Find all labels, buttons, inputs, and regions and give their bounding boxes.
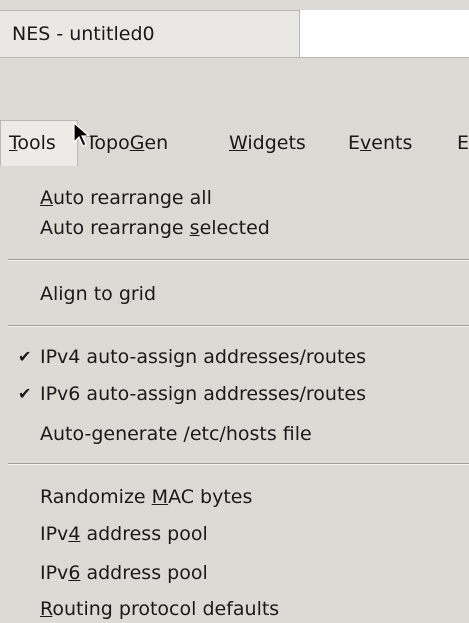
menu-item-auto-rearrange-all[interactable]: Auto rearrange all bbox=[0, 181, 469, 215]
auto-rearrange-all-mnemonic: A bbox=[40, 187, 53, 209]
menu-item-ipv4-address-pool[interactable]: IPv4 address pool bbox=[0, 517, 469, 551]
menu-separator bbox=[8, 259, 469, 261]
mouse-cursor-icon bbox=[73, 122, 91, 147]
ipv6-pool-pre: IPv bbox=[40, 562, 69, 584]
menu-widgets-mnemonic: W bbox=[229, 132, 248, 154]
menu-item-routing-protocol-defaults[interactable]: Routing protocol defaults bbox=[0, 592, 469, 623]
ipv6-pool-label: address pool bbox=[80, 562, 208, 584]
menu-topogen[interactable]: TopoGen bbox=[80, 120, 174, 166]
menu-item-ipv4-auto-assign[interactable]: ✔ IPv4 auto-assign addresses/routes bbox=[0, 340, 469, 374]
window-title: NES - untitled0 bbox=[12, 23, 155, 45]
menu-events-mnemonic: v bbox=[360, 132, 372, 154]
randomize-mac-pre: Randomize bbox=[40, 486, 152, 508]
checkmark-icon: ✔ bbox=[18, 347, 32, 366]
auto-rearrange-all-label: uto rearrange all bbox=[53, 187, 212, 209]
ipv4-pool-pre: IPv bbox=[40, 523, 69, 545]
menu-widgets[interactable]: Widgets bbox=[223, 120, 312, 166]
menu-events[interactable]: Events bbox=[342, 120, 418, 166]
menu-tools[interactable]: Tools bbox=[0, 120, 78, 166]
tools-dropdown-menu: Auto rearrange all Auto rearrange select… bbox=[0, 166, 469, 623]
menu-topogen-mnemonic: G bbox=[129, 132, 145, 154]
routing-defaults-mnemonic: R bbox=[40, 598, 53, 620]
menu-item-randomize-mac[interactable]: Randomize MAC bytes bbox=[0, 480, 469, 514]
ipv4-pool-mnemonic: 4 bbox=[68, 523, 81, 545]
ipv4-pool-label: address pool bbox=[80, 523, 208, 545]
auto-rearrange-selected-label: elected bbox=[199, 217, 270, 239]
title-strip bbox=[300, 10, 469, 58]
align-to-grid-pre: Align to bbox=[40, 283, 119, 305]
randomize-mac-mnemonic: M bbox=[151, 486, 169, 508]
menu-events-label: ents bbox=[371, 132, 413, 154]
auto-generate-hosts-label: Auto-generate /etc/hosts file bbox=[40, 423, 312, 445]
menu-events-label-pre: E bbox=[348, 132, 361, 154]
menu-item-auto-rearrange-selected[interactable]: Auto rearrange selected bbox=[0, 211, 469, 245]
window-title-tab[interactable]: NES - untitled0 bbox=[0, 10, 300, 58]
menu-separator bbox=[8, 325, 469, 327]
align-to-grid-label: rid bbox=[130, 283, 157, 305]
toolbar-area bbox=[0, 58, 469, 118]
ipv4-auto-assign-label: IPv4 auto-assign addresses/routes bbox=[40, 346, 366, 368]
menu-e-truncated-label: E bbox=[457, 132, 469, 154]
application-window: NES - untitled0 Tools TopoGen Widgets Ev… bbox=[0, 0, 469, 623]
menu-item-align-to-grid[interactable]: Align to grid bbox=[0, 277, 469, 311]
menu-e-truncated[interactable]: E bbox=[451, 120, 469, 166]
menu-topogen-label: en bbox=[144, 132, 169, 154]
checkmark-icon: ✔ bbox=[18, 384, 32, 403]
menu-widgets-label: idgets bbox=[247, 132, 306, 154]
ipv6-pool-mnemonic: 6 bbox=[68, 562, 81, 584]
menu-item-ipv6-address-pool[interactable]: IPv6 address pool bbox=[0, 556, 469, 590]
ipv6-auto-assign-label: IPv6 auto-assign addresses/routes bbox=[40, 383, 366, 405]
auto-rearrange-selected-pre: Auto rearrange bbox=[40, 217, 190, 239]
menu-separator bbox=[8, 463, 469, 465]
menu-tools-label: ools bbox=[17, 132, 56, 154]
menu-topogen-label-pre: Topo bbox=[86, 132, 130, 154]
menubar: Tools TopoGen Widgets Events E bbox=[0, 120, 469, 166]
randomize-mac-label: AC bytes bbox=[168, 486, 253, 508]
menu-item-ipv6-auto-assign[interactable]: ✔ IPv6 auto-assign addresses/routes bbox=[0, 377, 469, 411]
menu-item-auto-generate-hosts[interactable]: Auto-generate /etc/hosts file bbox=[0, 417, 469, 451]
align-to-grid-mnemonic: g bbox=[118, 283, 131, 305]
auto-rearrange-selected-mnemonic: s bbox=[189, 217, 200, 239]
routing-defaults-label: outing protocol defaults bbox=[52, 598, 280, 620]
